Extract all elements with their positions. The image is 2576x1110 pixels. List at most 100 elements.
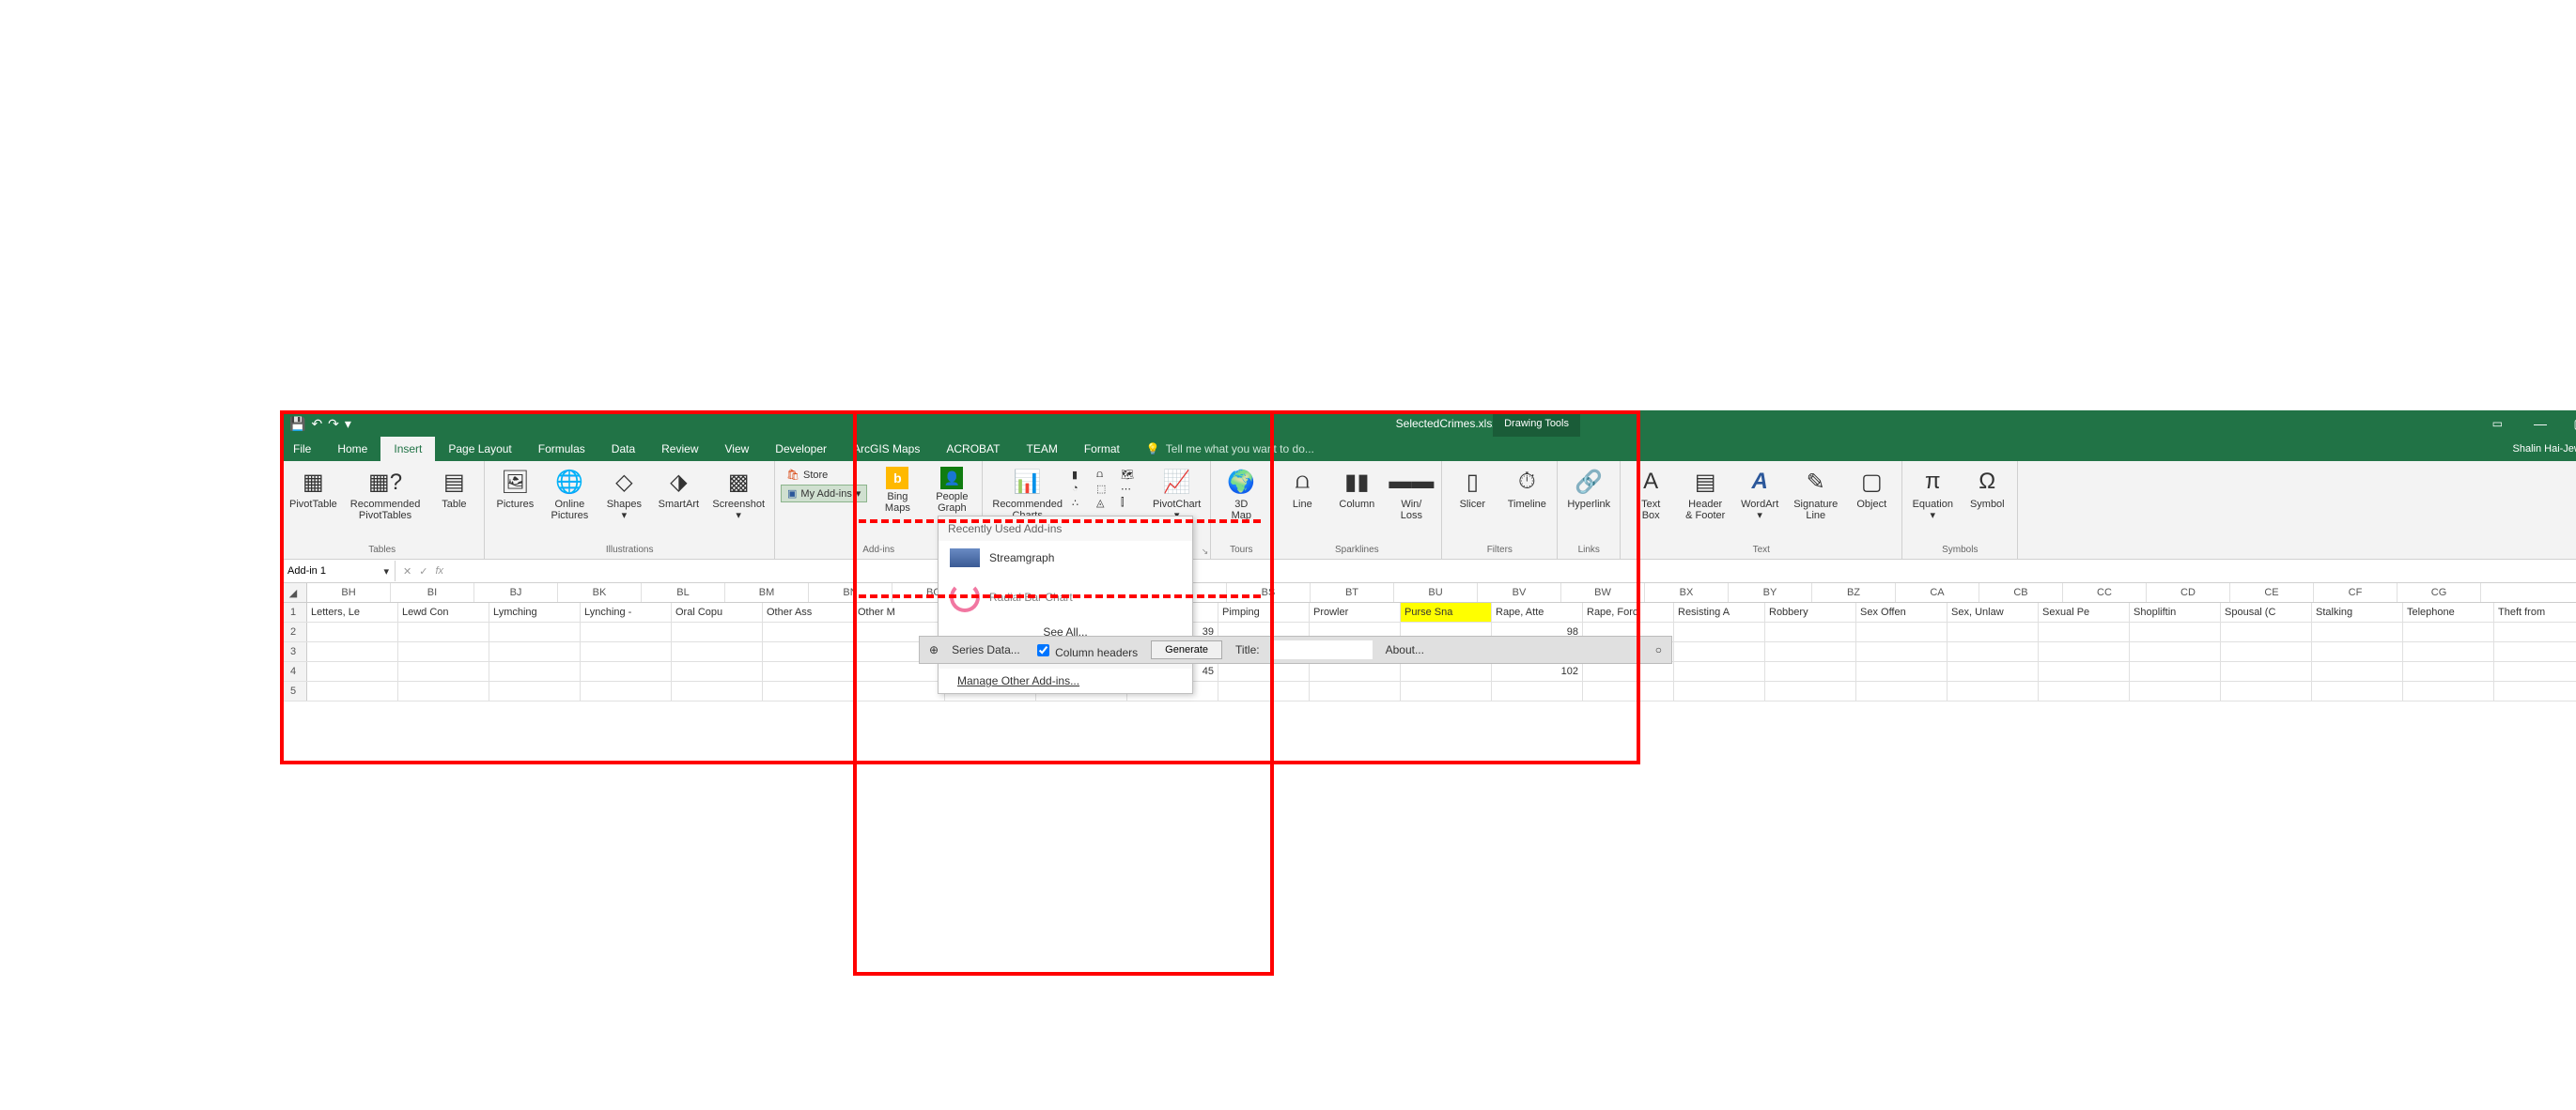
row-header[interactable]: 4 [280,662,307,681]
cell[interactable]: Pimping [1218,603,1310,622]
slicer-button[interactable]: ▯Slicer [1448,463,1497,510]
column-header[interactable]: BW [1561,583,1645,602]
sparkline-line-button[interactable]: ⩍Line [1278,463,1327,510]
column-header[interactable]: CE [2230,583,2314,602]
column-header[interactable]: BU [1394,583,1478,602]
cell[interactable]: 102 [1492,662,1583,681]
people-graph-button[interactable]: 👤People Graph [927,463,976,514]
tell-me-input[interactable]: 💡Tell me what you want to do... [1146,442,1314,455]
cell[interactable]: Stalking [2312,603,2403,622]
cell[interactable] [489,642,581,661]
cell[interactable] [2403,623,2494,641]
chart-bar-icon[interactable]: ▮ [1072,469,1094,481]
chart-pie-icon[interactable]: ◔ [1072,483,1094,495]
chart-map-icon[interactable]: 🗺 [1121,469,1143,481]
object-button[interactable]: ▢Object [1847,463,1896,510]
cell[interactable] [1856,662,1948,681]
cell[interactable] [1948,642,2039,661]
column-header[interactable]: BY [1729,583,1812,602]
cell[interactable]: Prowler [1310,603,1401,622]
cell[interactable] [1401,682,1492,701]
row-header[interactable]: 5 [280,682,307,701]
cell[interactable] [763,662,854,681]
cell[interactable] [1492,682,1583,701]
cell[interactable] [398,682,489,701]
cell[interactable] [2130,623,2221,641]
column-header[interactable]: BM [725,583,809,602]
charts-launcher-icon[interactable]: ↘ [1202,547,1209,557]
name-box-dropdown-icon[interactable]: ▾ [383,565,389,578]
chart-line-icon[interactable]: ⩍ [1096,469,1119,481]
cell[interactable]: Robbery [1765,603,1856,622]
cancel-formula-icon[interactable]: ✕ [403,565,411,578]
cell[interactable] [1856,623,1948,641]
user-name[interactable]: Shalin Hai-Jew [2513,443,2576,455]
cell[interactable]: Sex Offen [1856,603,1948,622]
save-icon[interactable]: 💾 [289,416,305,432]
cell[interactable] [489,623,581,641]
formula-input[interactable] [451,563,2576,579]
cell[interactable] [672,642,763,661]
cell[interactable] [1674,682,1765,701]
smartart-button[interactable]: ⬗SmartArt [654,463,703,510]
online-pictures-button[interactable]: 🌐Online Pictures [545,463,594,521]
column-header[interactable]: BH [307,583,391,602]
cell[interactable] [2221,642,2312,661]
row-header[interactable]: 1 [280,603,307,622]
cell[interactable] [1765,662,1856,681]
tab-arcgis[interactable]: ArcGIS Maps [840,437,933,461]
cell[interactable] [1948,662,2039,681]
cell[interactable] [2221,623,2312,641]
column-header[interactable]: BT [1311,583,1394,602]
column-header[interactable]: BV [1478,583,1561,602]
cell[interactable] [2130,682,2221,701]
redo-icon[interactable]: ↷ [328,416,339,432]
cell[interactable]: Purse Sna [1401,603,1492,622]
cell[interactable] [672,682,763,701]
cell[interactable] [1674,662,1765,681]
tab-developer[interactable]: Developer [762,437,840,461]
tab-data[interactable]: Data [598,437,648,461]
cell[interactable]: Letters, Le [307,603,398,622]
cell[interactable] [2312,642,2403,661]
cell[interactable] [2221,662,2312,681]
cell[interactable] [1765,682,1856,701]
cell[interactable] [2494,623,2576,641]
column-header[interactable]: BL [642,583,725,602]
cell[interactable] [307,642,398,661]
cell[interactable] [2130,642,2221,661]
textbox-button[interactable]: AText Box [1626,463,1675,521]
column-header[interactable]: CG [2398,583,2481,602]
cell[interactable]: Other M [854,603,945,622]
shapes-button[interactable]: ◇Shapes▾ [599,463,648,521]
cell[interactable] [854,662,945,681]
recommended-pivottables-button[interactable]: ▦?Recommended PivotTables [347,463,425,521]
table-button[interactable]: ▤Table [429,463,478,510]
tab-team[interactable]: TEAM [1013,437,1070,461]
cell[interactable] [398,662,489,681]
cell[interactable] [2039,623,2130,641]
cell[interactable] [2130,662,2221,681]
tab-page-layout[interactable]: Page Layout [435,437,524,461]
cell[interactable] [1401,662,1492,681]
pictures-button[interactable]: 🖼Pictures [490,463,539,510]
minimize-icon[interactable]: — [2522,410,2559,437]
fx-icon[interactable]: fx [435,565,443,577]
cell[interactable] [489,682,581,701]
cell[interactable]: Rape, Forc [1583,603,1674,622]
cell[interactable] [2312,623,2403,641]
cell[interactable] [1583,682,1674,701]
cell[interactable] [581,623,672,641]
recommended-charts-button[interactable]: 📊Recommended Charts [988,463,1066,521]
generate-button[interactable]: Generate [1151,640,1222,659]
cell[interactable] [1310,682,1401,701]
column-header[interactable]: CF [2314,583,2398,602]
wordart-button[interactable]: AWordArt▾ [1735,463,1784,521]
column-header[interactable]: CC [2063,583,2147,602]
cell[interactable] [1948,623,2039,641]
column-header[interactable]: BI [391,583,474,602]
pivottable-button[interactable]: ▦PivotTable [286,463,341,510]
column-header[interactable]: BS [1227,583,1311,602]
cell[interactable] [2494,682,2576,701]
cell[interactable] [763,642,854,661]
